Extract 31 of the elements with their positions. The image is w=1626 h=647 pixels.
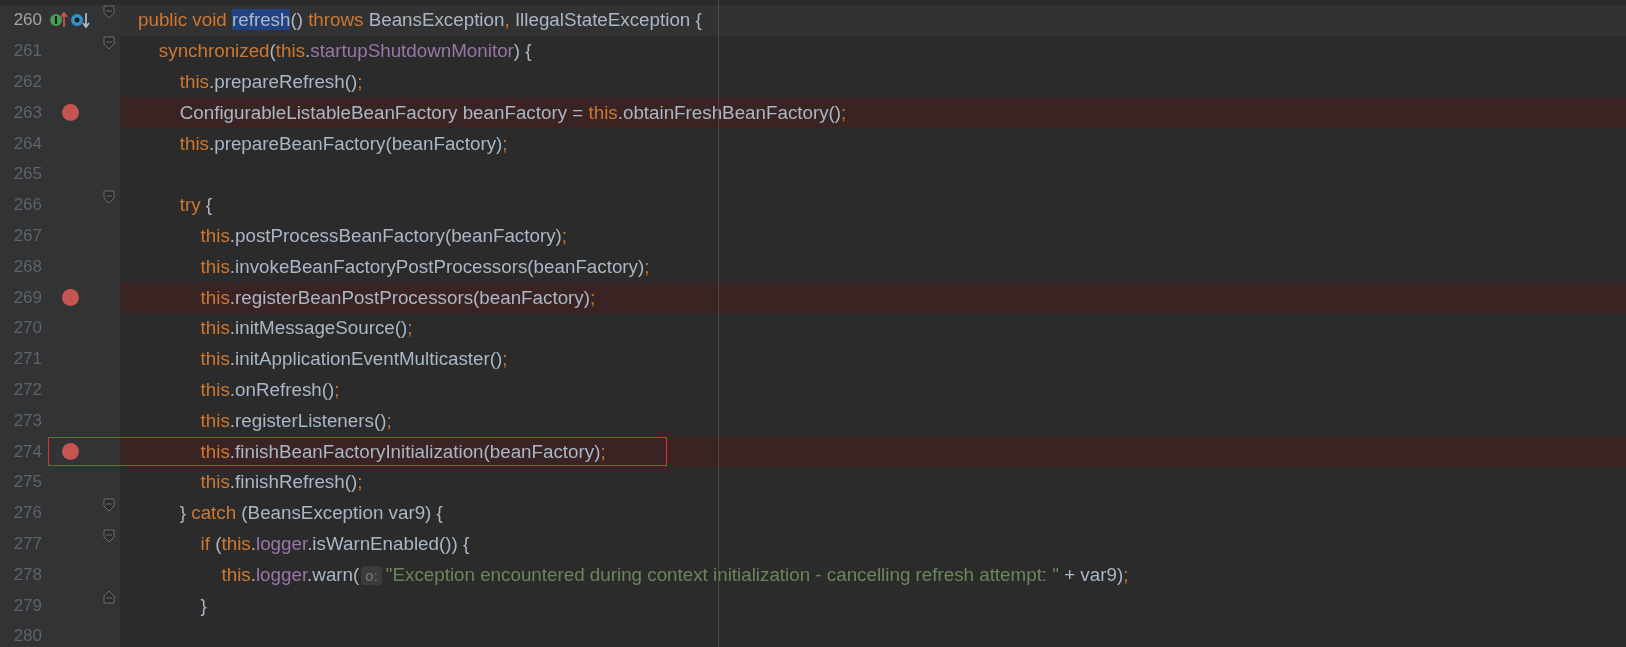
code-line: this.finishBeanFactoryInitialization(beanFactory); — [199, 440, 606, 463]
fold-icon[interactable] — [103, 590, 115, 605]
code-line: this.onRefresh(); — [199, 378, 340, 401]
fold-icon[interactable] — [103, 35, 115, 50]
code-line: this.initApplicationEventMulticaster(); — [199, 348, 508, 371]
breakpoint-icon[interactable] — [61, 289, 79, 307]
code-line: this.finishRefresh(); — [199, 471, 363, 494]
code-line: this.prepareBeanFactory(beanFactory); — [178, 132, 508, 155]
code-line: synchronized(this.startupShutdownMonitor) { — [157, 40, 532, 63]
fold-icon[interactable] — [103, 5, 115, 19]
code-line: this.prepareRefresh(); — [178, 71, 363, 93]
fold-icon[interactable] — [103, 497, 115, 512]
code-line: } — [199, 594, 207, 617]
code-line: if (this.logger.isWarnEnabled()) { — [199, 532, 470, 555]
fold-icon[interactable] — [103, 189, 115, 204]
overridden-marker-icon[interactable] — [69, 11, 91, 30]
code-line: this.initMessageSource(); — [199, 317, 413, 340]
code-line: public void refresh() throws BeansException, IllegalStateException { — [138, 9, 702, 32]
code-line: this.registerBeanPostProcessors(beanFactory); — [199, 286, 596, 309]
breakpoint-icon[interactable] — [61, 443, 79, 461]
code-line: this.invokeBeanFactoryPostProcessors(beanFactory); — [199, 255, 650, 278]
line-number: 260 — [12, 10, 42, 31]
code-line: ConfigurableListableBeanFactory beanFactory = this.obtainFreshBeanFactory(); — [178, 101, 847, 124]
code-line: this.registerListeners(); — [199, 409, 392, 432]
code-line: try { — [178, 194, 213, 217]
code-line: this.postProcessBeanFactory(beanFactory); — [199, 224, 567, 247]
code-line: } catch (BeansException var9) { — [178, 502, 443, 525]
code-line: this.logger.warn( o: "Exception encountered during context initialization - cancelling refresh attempt: " + var9); — [220, 563, 1129, 586]
fold-icon[interactable] — [103, 528, 115, 543]
implements-marker-icon[interactable] — [49, 11, 69, 30]
breakpoint-icon[interactable] — [61, 104, 79, 122]
